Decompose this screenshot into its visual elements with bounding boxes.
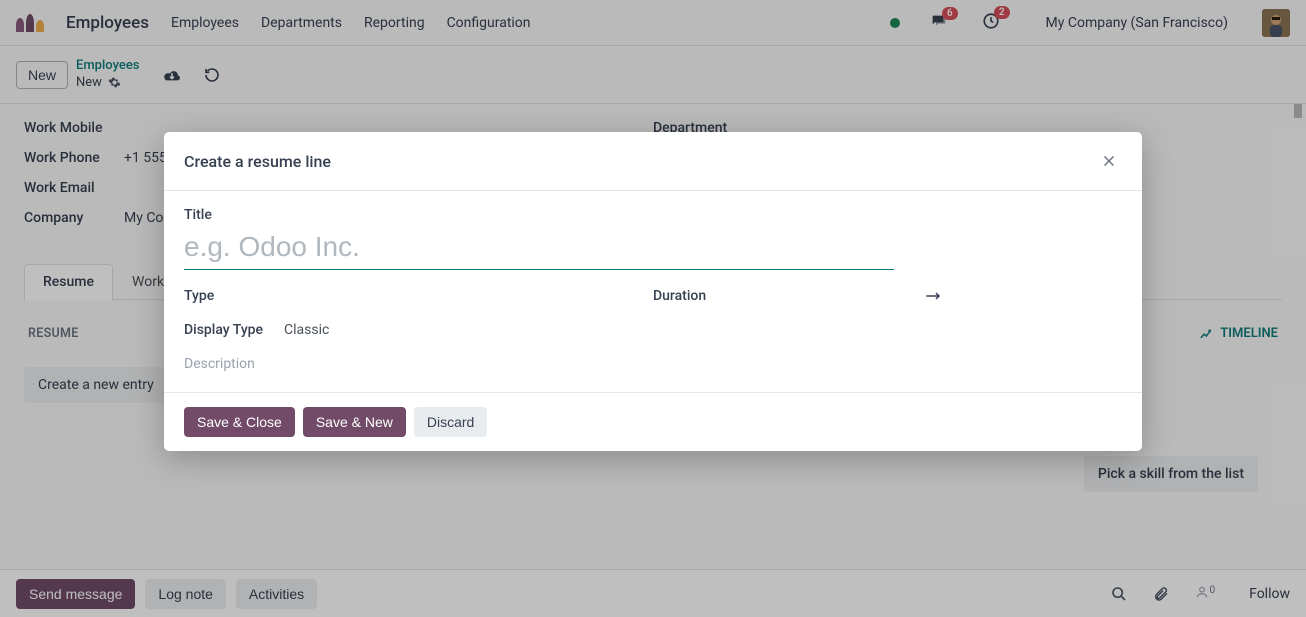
display-type-select[interactable]: Classic	[284, 322, 329, 338]
label-duration: Duration	[653, 288, 753, 304]
resume-line-dialog: Create a resume line Title Type Duration	[164, 132, 1142, 451]
modal-header: Create a resume line	[164, 132, 1142, 191]
modal-body: Title Type Duration Display Type Classic	[164, 191, 1142, 392]
label-type: Type	[184, 288, 284, 304]
discard-button[interactable]: Discard	[414, 407, 487, 437]
label-display-type: Display Type	[184, 322, 284, 338]
title-input[interactable]	[184, 229, 894, 270]
label-title: Title	[184, 207, 1122, 223]
save-new-button[interactable]: Save & New	[303, 407, 406, 437]
modal-title: Create a resume line	[184, 152, 331, 171]
arrow-right-icon	[924, 291, 942, 301]
save-close-button[interactable]: Save & Close	[184, 407, 295, 437]
modal-footer: Save & Close Save & New Discard	[164, 392, 1142, 451]
description-input[interactable]: Description	[184, 356, 1122, 372]
close-icon[interactable]	[1096, 148, 1122, 174]
